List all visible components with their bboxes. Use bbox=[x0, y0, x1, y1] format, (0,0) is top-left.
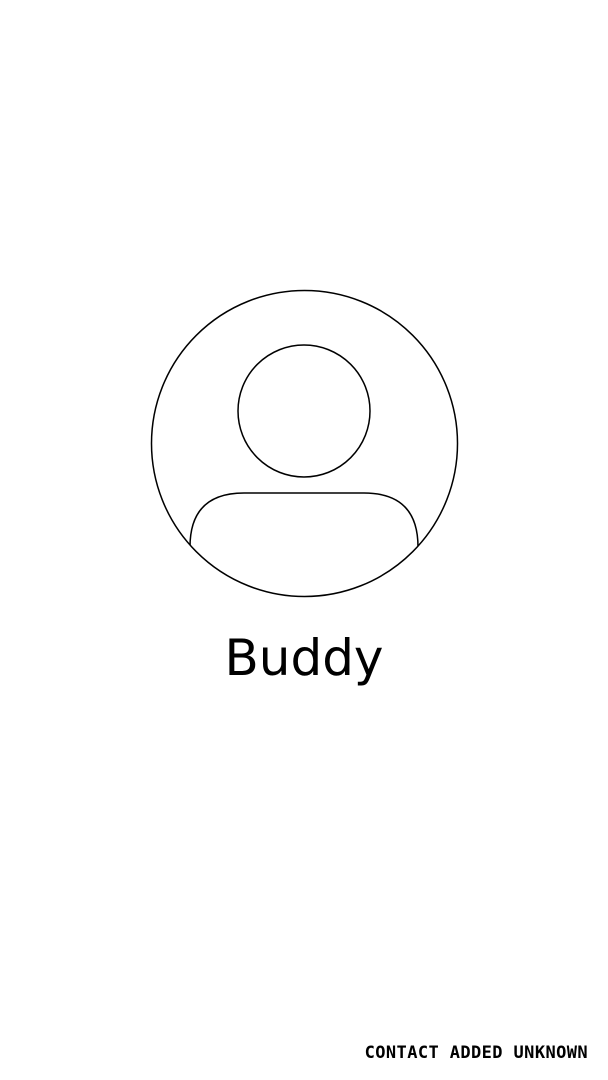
status-label: CONTACT ADDED UNKNOWN bbox=[364, 1043, 588, 1063]
contact-avatar bbox=[150, 289, 459, 598]
person-placeholder-icon bbox=[150, 289, 459, 598]
avatar-shoulders bbox=[189, 492, 419, 597]
contact-name: Buddy bbox=[224, 629, 384, 687]
avatar-outline bbox=[150, 289, 459, 598]
avatar-head bbox=[237, 344, 371, 478]
